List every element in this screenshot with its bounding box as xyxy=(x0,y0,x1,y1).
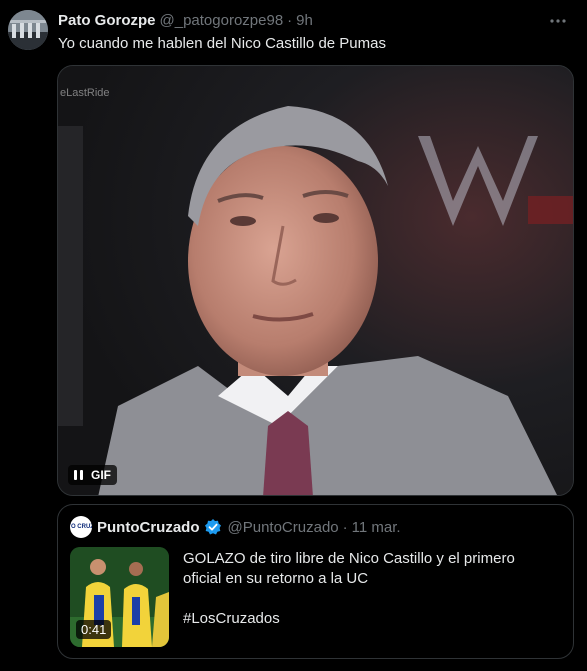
author-handle[interactable]: @_patogorozpe98 xyxy=(160,12,284,29)
gif-watermark: eLastRide xyxy=(60,87,110,99)
pause-icon[interactable] xyxy=(72,470,85,480)
more-options-icon[interactable] xyxy=(547,10,569,32)
verified-badge-icon xyxy=(204,518,222,536)
separator-dot: · xyxy=(287,12,293,29)
quoted-header: PUNTO CRUZADO PuntoCruzado @PuntoCruzado… xyxy=(70,516,401,538)
tweet-header: Pato Gorozpe @_patogorozpe98 · 9h xyxy=(58,12,567,32)
quoted-tweet[interactable]: PUNTO CRUZADO PuntoCruzado @PuntoCruzado… xyxy=(57,504,574,659)
gif-control[interactable]: GIF xyxy=(68,465,117,485)
quoted-date: 11 mar. xyxy=(351,518,401,536)
tweet-timestamp[interactable]: 9h xyxy=(296,12,313,29)
quoted-author-handle: @PuntoCruzado xyxy=(227,518,339,536)
author-name[interactable]: Pato Gorozpe xyxy=(58,12,156,29)
quoted-hashtag[interactable]: #LosCruzados xyxy=(183,609,553,629)
gif-frame: eLastRide xyxy=(58,66,573,495)
tweet-text: Yo cuando me hablen del Nico Castillo de… xyxy=(58,35,386,52)
avatar-photo xyxy=(8,10,48,50)
video-duration: 0:41 xyxy=(76,620,112,639)
gif-media[interactable]: eLastRide GIF xyxy=(57,65,574,496)
quoted-text: GOLAZO de tiro libre de Nico Castillo y … xyxy=(183,549,553,629)
video-thumbnail[interactable]: 0:41 xyxy=(70,547,169,647)
separator-dot: · xyxy=(342,518,348,536)
gif-badge: GIF xyxy=(91,468,111,482)
quoted-avatar: PUNTO CRUZADO xyxy=(70,516,92,538)
quoted-text-line: GOLAZO de tiro libre de Nico Castillo y … xyxy=(183,550,515,587)
avatar[interactable] xyxy=(8,10,48,50)
quoted-author-name: PuntoCruzado xyxy=(97,518,200,536)
